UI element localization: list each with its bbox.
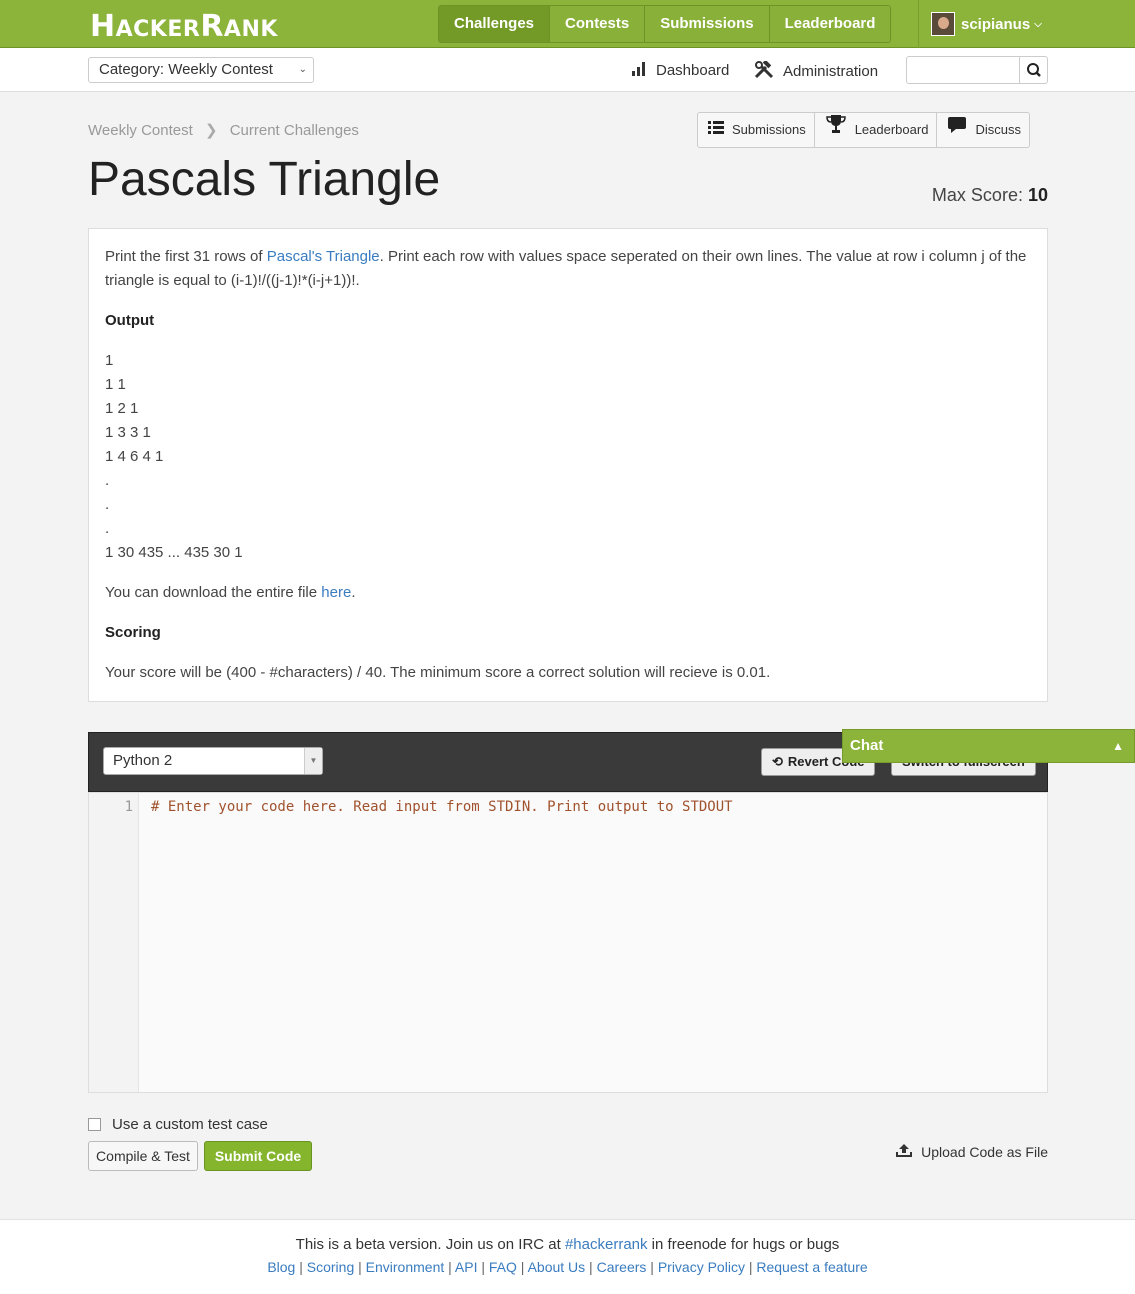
output-sample: 1 1 1 1 2 1 1 3 3 1 1 4 6 4 1 . . . 1 30… — [105, 349, 1031, 565]
output-line: 1 3 3 1 — [105, 424, 151, 441]
hackerrank-logo[interactable]: HACKERRANK — [90, 9, 278, 44]
output-line: . — [105, 520, 110, 537]
pascals-triangle-link[interactable]: Pascal's Triangle — [267, 248, 380, 265]
discuss-label: Discuss — [975, 122, 1021, 137]
dashboard-link[interactable]: Dashboard — [631, 61, 729, 80]
custom-test-checkbox[interactable] — [88, 1118, 101, 1131]
intro-text: Print the first 31 rows of — [105, 248, 267, 265]
output-heading: Output — [105, 312, 155, 329]
code-editor[interactable]: 1 # Enter your code here. Read input fro… — [88, 792, 1048, 1093]
leaderboard-label: Leaderboard — [854, 122, 929, 137]
breadcrumb-current-challenges[interactable]: Current Challenges — [230, 122, 359, 139]
line-number: 1 — [124, 799, 133, 815]
username: scipianus — [961, 15, 1031, 33]
upload-code-button[interactable]: Upload Code as File — [896, 1143, 1048, 1160]
sub-navbar: Category: Weekly Contest ⌄ Dashboard Adm… — [0, 48, 1135, 92]
chat-label: Chat — [850, 737, 884, 754]
search-icon — [1027, 63, 1041, 77]
footer-beta-note: This is a beta version. Join us on IRC a… — [0, 1236, 1135, 1253]
irc-link[interactable]: #hackerrank — [565, 1236, 648, 1253]
history-icon: ⟲ — [772, 754, 783, 769]
footer-link-careers[interactable]: Careers — [597, 1259, 647, 1275]
chat-tab[interactable]: Chat ▲ — [842, 729, 1135, 763]
discuss-button[interactable]: Discuss — [937, 113, 1029, 147]
code-line[interactable]: # Enter your code here. Read input from … — [151, 799, 733, 815]
download-post: . — [351, 584, 356, 601]
output-line: 1 2 1 — [105, 400, 139, 417]
max-score: Max Score: 10 — [932, 185, 1048, 206]
challenge-title: Pascals Triangle — [88, 153, 441, 206]
beta-pre: This is a beta version. Join us on IRC a… — [295, 1236, 565, 1253]
user-menu[interactable]: scipianus ⌵ — [918, 0, 1042, 48]
footer-link-api[interactable]: API — [455, 1259, 478, 1275]
output-line: 1 — [105, 352, 114, 369]
nav-contests[interactable]: Contests — [550, 6, 646, 42]
chevron-down-icon: ⌵ — [1034, 18, 1042, 30]
footer-link-about-us[interactable]: About Us — [528, 1259, 586, 1275]
tools-icon — [754, 59, 774, 82]
category-select-value: Category: Weekly Contest — [99, 61, 273, 78]
breadcrumb-weekly-contest[interactable]: Weekly Contest — [88, 122, 193, 139]
output-line: . — [105, 472, 110, 489]
submit-code-button[interactable]: Submit Code — [204, 1141, 312, 1171]
list-icon — [708, 113, 724, 147]
output-line: 1 4 6 4 1 — [105, 448, 164, 465]
footer: This is a beta version. Join us on IRC a… — [0, 1219, 1135, 1294]
leaderboard-button[interactable]: Leaderboard — [815, 113, 938, 147]
trophy-icon — [825, 113, 847, 147]
language-select[interactable]: Python 2 ▼ — [103, 747, 323, 775]
category-select[interactable]: Category: Weekly Contest ⌄ — [88, 57, 314, 83]
scoring-heading: Scoring — [105, 624, 161, 641]
beta-post: in freenode for hugs or bugs — [647, 1236, 840, 1253]
chat-bubble-icon — [947, 113, 967, 147]
nav-leaderboard[interactable]: Leaderboard — [769, 6, 891, 42]
output-line: . — [105, 496, 110, 513]
challenge-actions: Submissions Leaderboard Discuss — [697, 112, 1030, 148]
footer-link-blog[interactable]: Blog — [267, 1259, 295, 1275]
download-here-link[interactable]: here — [321, 584, 351, 601]
scoring-text: Your score will be (400 - #characters) /… — [105, 664, 771, 681]
chevron-up-icon: ▲ — [1112, 739, 1124, 753]
breadcrumb: Weekly Contest ❯ Current Challenges — [88, 121, 359, 139]
editor-gutter: 1 — [89, 793, 139, 1092]
language-select-value: Python 2 — [113, 752, 173, 769]
footer-link-privacy-policy[interactable]: Privacy Policy — [658, 1259, 745, 1275]
problem-statement: Print the first 31 rows of Pascal's Tria… — [88, 228, 1048, 702]
bar-chart-icon — [631, 61, 647, 80]
max-score-value: 10 — [1027, 185, 1048, 205]
dropdown-arrow-icon: ▼ — [304, 748, 322, 774]
avatar — [931, 12, 955, 36]
search-box — [906, 56, 1048, 84]
output-line: 1 1 — [105, 376, 126, 393]
output-line: 1 30 435 ... 435 30 1 — [105, 544, 243, 561]
search-input[interactable] — [907, 57, 1019, 83]
download-pre: You can download the entire file — [105, 584, 322, 601]
dashboard-label: Dashboard — [656, 62, 730, 79]
nav-challenges[interactable]: Challenges — [439, 6, 551, 42]
footer-link-environment[interactable]: Environment — [366, 1259, 445, 1275]
footer-link-scoring[interactable]: Scoring — [307, 1259, 354, 1275]
search-button[interactable] — [1019, 57, 1047, 83]
download-text: You can download the entire file here. — [105, 581, 1031, 605]
footer-link-request-feature[interactable]: Request a feature — [756, 1259, 867, 1275]
max-score-label: Max Score: — [931, 185, 1023, 205]
administration-link[interactable]: Administration — [754, 59, 879, 82]
custom-test-label: Use a custom test case — [112, 1116, 268, 1133]
upload-code-label: Upload Code as File — [921, 1143, 1048, 1160]
submissions-button[interactable]: Submissions — [698, 113, 815, 147]
submissions-label: Submissions — [732, 122, 806, 137]
upload-icon — [896, 1143, 913, 1160]
chevron-right-icon: ❯ — [204, 122, 218, 139]
compile-test-button[interactable]: Compile & Test — [88, 1141, 198, 1171]
top-navbar: HACKERRANK Challenges Contests Submissio… — [0, 0, 1135, 48]
problem-intro: Print the first 31 rows of Pascal's Tria… — [105, 245, 1031, 293]
custom-test-toggle[interactable]: Use a custom test case — [88, 1116, 268, 1133]
main-nav: Challenges Contests Submissions Leaderbo… — [438, 5, 892, 43]
administration-label: Administration — [783, 63, 879, 80]
nav-submissions[interactable]: Submissions — [645, 6, 770, 42]
chevron-down-icon: ⌄ — [298, 64, 307, 75]
footer-links: Blog | Scoring | Environment | API | FAQ… — [267, 1259, 868, 1275]
footer-link-faq[interactable]: FAQ — [489, 1259, 517, 1275]
